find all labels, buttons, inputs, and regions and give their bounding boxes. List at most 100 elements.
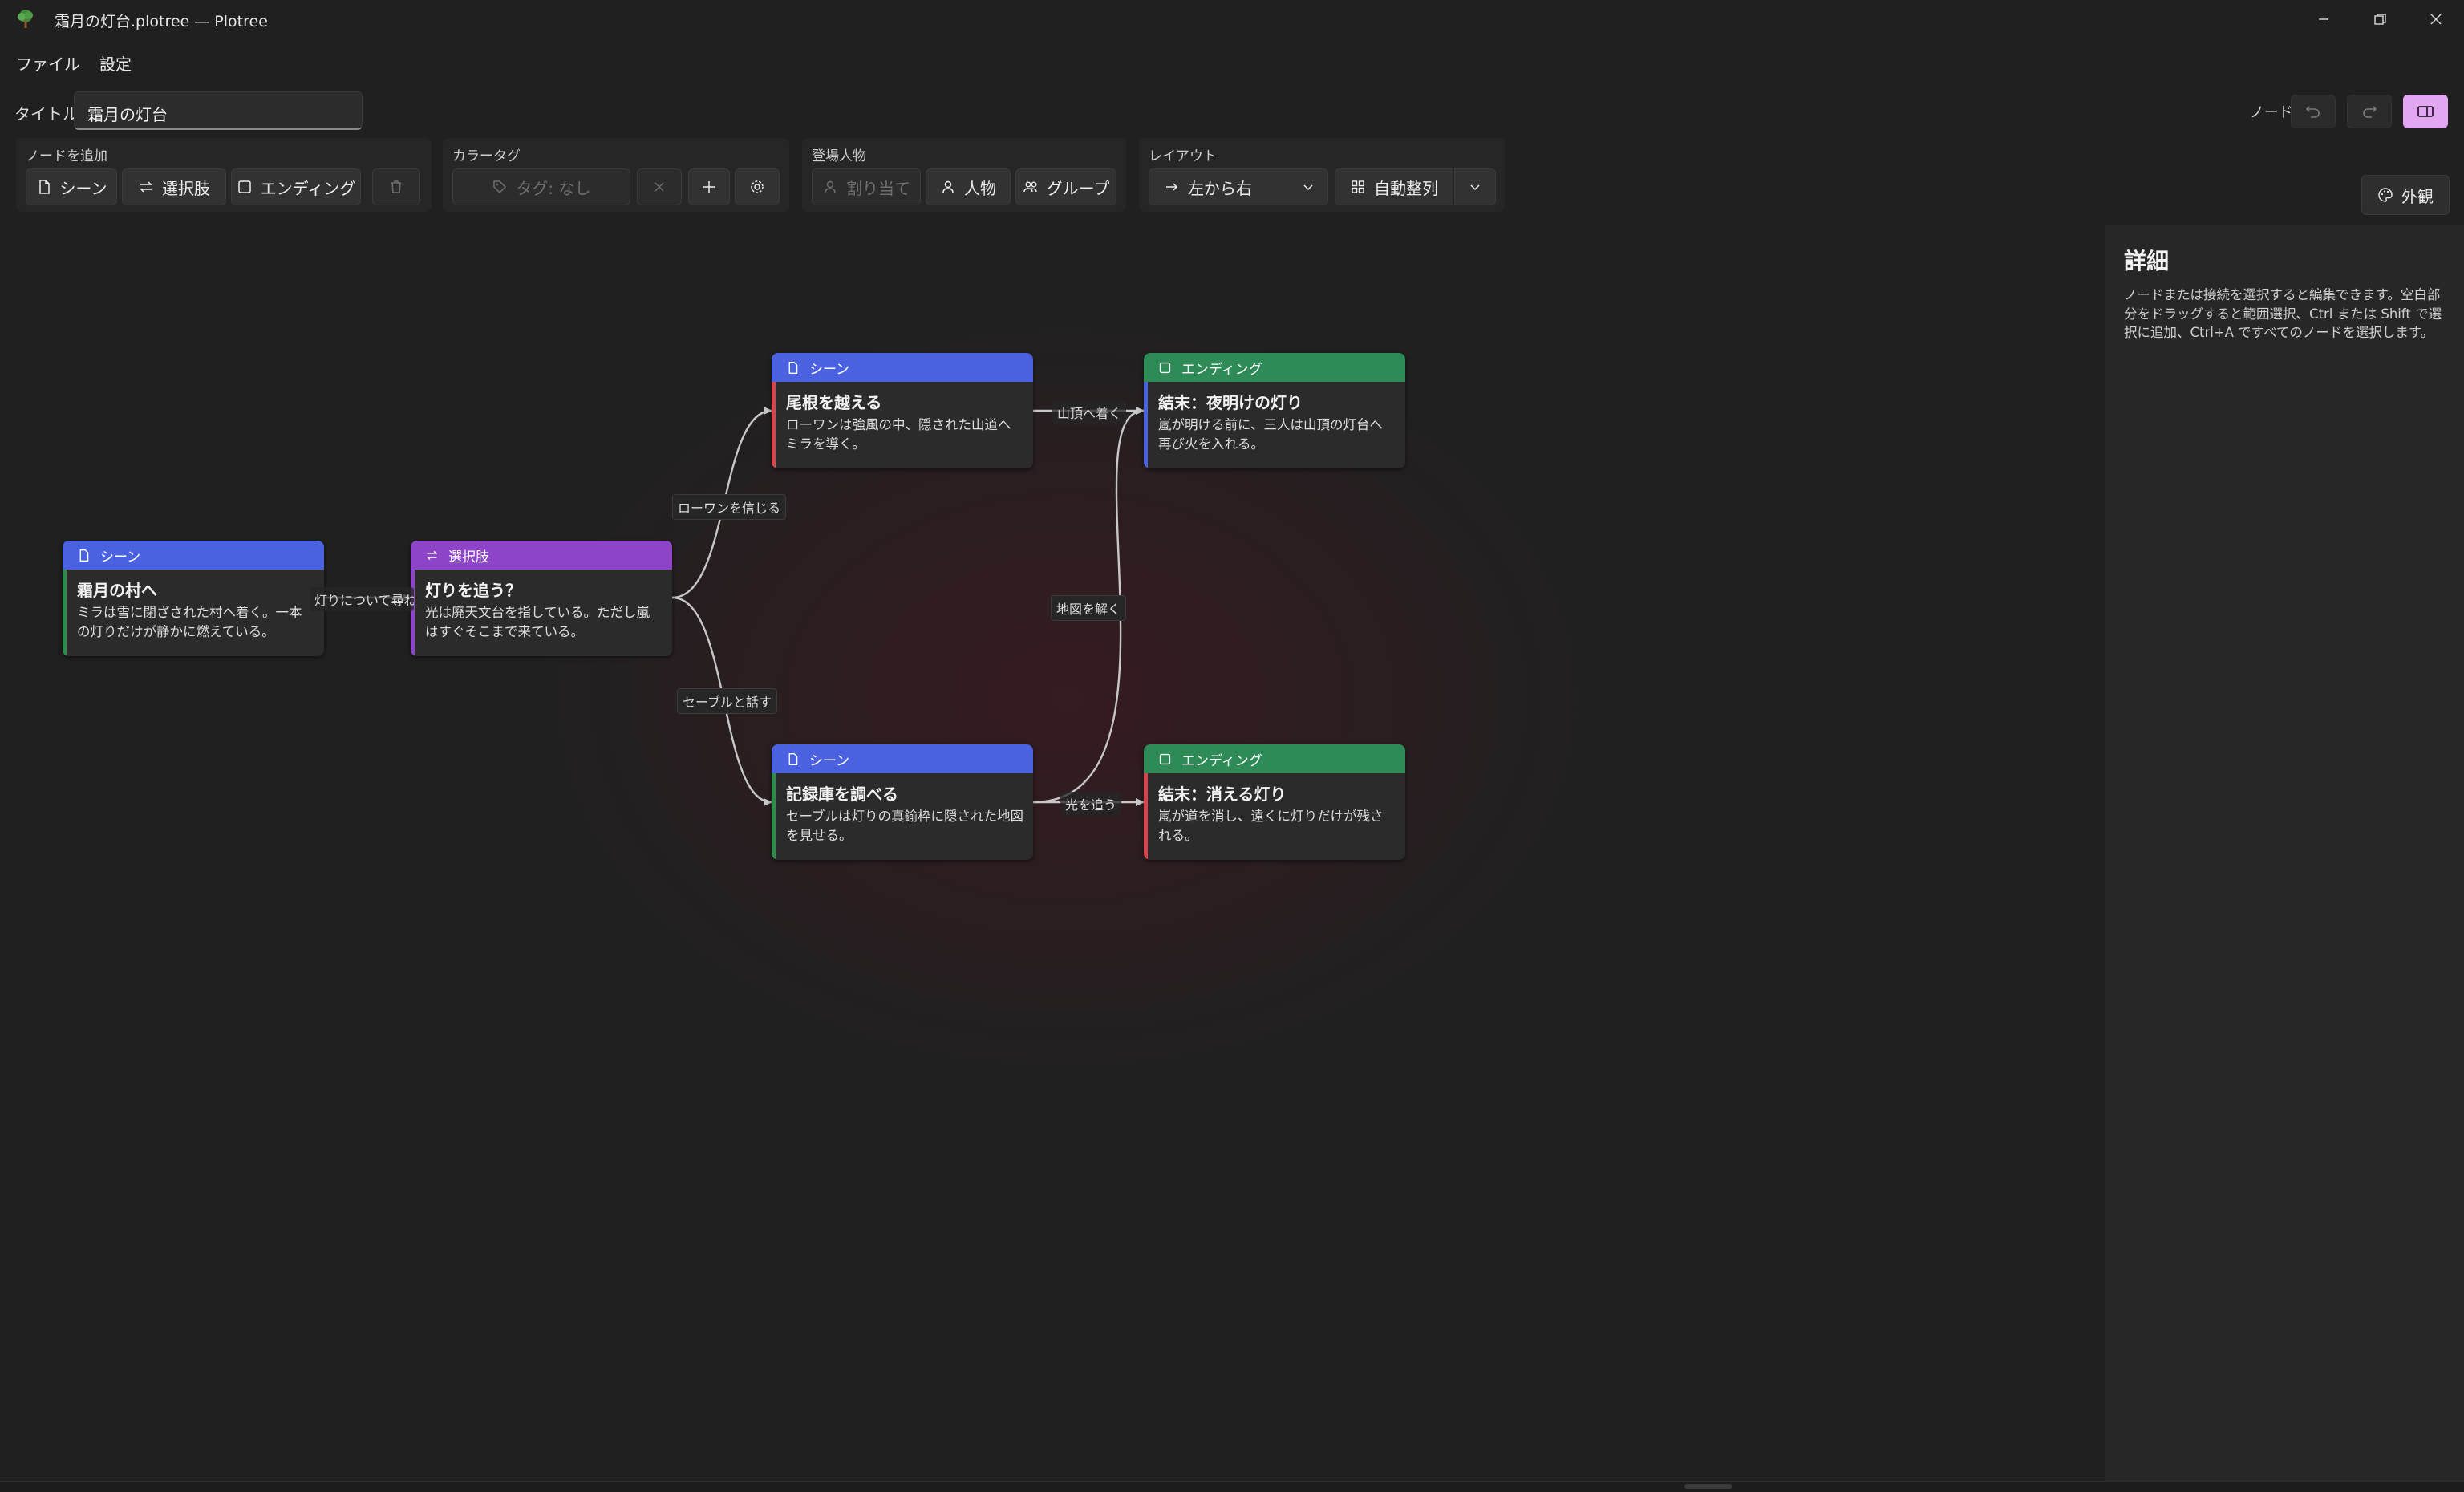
appearance-button[interactable]: 外観 (2361, 175, 2450, 215)
node-header: 選択肢 (411, 541, 672, 570)
add-group-button[interactable]: グループ (1015, 168, 1116, 205)
document-icon (788, 361, 798, 374)
appearance-label: 外観 (2401, 186, 2434, 206)
node-description: 嵐が道を消し、遠くに灯りだけが残される。 (1158, 809, 1384, 843)
node-type: シーン (809, 752, 850, 769)
panel-icon (2417, 106, 2434, 117)
node-choice-follow-light[interactable]: 選択肢 灯りを追う？ 光は廃天文台を指している。ただし嵐はすぐそこまで来ている。 (411, 541, 672, 656)
horizontal-scrollbar[interactable] (0, 1481, 2464, 1492)
clear-tag-button[interactable] (637, 168, 682, 205)
edge-label[interactable]: 光を追う (1060, 792, 1122, 816)
node-title: 灯りを追う？ (425, 581, 521, 600)
node-type: シーン (100, 549, 141, 566)
grid-icon (1352, 180, 1364, 193)
node-header: シーン (63, 541, 324, 570)
tag-stripe (772, 382, 776, 468)
gear-icon (751, 180, 764, 193)
document-icon (79, 549, 89, 562)
minimize-icon (2319, 18, 2328, 20)
node-type: 選択肢 (448, 549, 489, 566)
layout-group: レイアウト 左から右 自動整列 (1139, 138, 1505, 212)
color-tag-group: カラータグ タグ: なし (443, 138, 789, 212)
node-description: ミラは雪に閉ざされた村へ着く。一本の灯りだけが静かに燃えている。 (77, 605, 302, 639)
edge-label[interactable]: ローワンを信じる (672, 494, 787, 520)
node-scene-frost-village[interactable]: シーン 霜月の村へ ミラは雪に閉ざされた村へ着く。一本の灯りだけが静かに燃えてい… (63, 541, 324, 656)
redo-button[interactable] (2347, 95, 2392, 128)
edge-label[interactable]: セーブルと話す (677, 688, 778, 714)
tag-select[interactable]: タグ: なし (452, 168, 630, 205)
menu-file[interactable]: ファイル (16, 51, 80, 75)
delete-button[interactable] (372, 168, 420, 205)
tag-stripe (772, 773, 776, 860)
layout-label: レイアウト (1149, 148, 1217, 164)
document-icon (788, 752, 798, 765)
x-icon (654, 182, 664, 192)
title-label: タイトル (14, 104, 79, 124)
edge-label[interactable]: 地図を解く (1051, 595, 1127, 621)
plus-icon (703, 181, 715, 193)
node-type: エンディング (1181, 752, 1262, 769)
tag-icon (493, 180, 507, 194)
tag-settings-button[interactable] (735, 168, 780, 205)
redo-icon (2363, 106, 2377, 118)
auto-arrange-button[interactable]: 自動整列 (1335, 168, 1453, 205)
details-panel: 詳細 ノードまたは接続を選択すると編集できます。空白部分をドラッグすると範囲選択… (2105, 225, 2464, 1481)
maximize-icon (2374, 14, 2386, 25)
close-icon (2430, 14, 2442, 25)
close-button[interactable] (2408, 0, 2464, 39)
node-description: ローワンは強風の中、隠された山道へミラを導く。 (786, 417, 1011, 452)
node-header: エンディング (1144, 744, 1405, 773)
node-header: シーン (772, 353, 1033, 382)
node-scene-cross-ridge[interactable]: シーン 尾根を越える ローワンは強風の中、隠された山道へミラを導く。 (772, 353, 1033, 468)
details-help-text: ノードまたは接続を選択すると編集できます。空白部分をドラッグすると範囲選択、Ct… (2124, 287, 2442, 340)
add-scene-button[interactable]: シーン (26, 168, 117, 205)
add-person-button[interactable]: 人物 (926, 168, 1011, 205)
title-bar: 霜月の灯台.plotree — Plotree (0, 0, 2464, 39)
title-input[interactable]: 霜月の灯台 (74, 91, 363, 130)
assign-character-button[interactable]: 割り当て (812, 168, 921, 205)
undo-button[interactable] (2291, 95, 2336, 128)
group-icon (1023, 181, 1037, 193)
node-description: 嵐が明ける前に、三人は山頂の灯台へ再び火を入れる。 (1158, 417, 1384, 452)
add-node-label: ノードを追加 (26, 148, 107, 164)
person-icon (942, 180, 954, 193)
node-title: 霜月の村へ (77, 581, 157, 600)
node-header: シーン (772, 744, 1033, 773)
add-choice-label: 選択肢 (162, 178, 210, 198)
tag-stripe (411, 570, 415, 656)
node-description: 光は廃天文台を指している。ただし嵐はすぐそこまで来ている。 (425, 605, 650, 639)
node-title: 尾根を越える (786, 393, 882, 412)
auto-arrange-dropdown[interactable] (1454, 168, 1496, 205)
node-ending-dawn-light[interactable]: エンディング 結末：夜明けの灯り 嵐が明ける前に、三人は山頂の灯台へ再び火を入れ… (1144, 353, 1405, 468)
add-tag-button[interactable] (688, 168, 730, 205)
minimize-button[interactable] (2296, 0, 2352, 39)
menu-settings[interactable]: 設定 (99, 51, 132, 75)
add-person-label: 人物 (964, 178, 996, 198)
node-header: エンディング (1144, 353, 1405, 382)
person-icon (825, 180, 836, 193)
document-icon (38, 180, 50, 194)
add-ending-button[interactable]: エンディング (231, 168, 361, 205)
node-ending-fading-light[interactable]: エンディング 結末：消える灯り 嵐が道を消し、遠くに灯りだけが残される。 (1144, 744, 1405, 860)
chevron-down-icon (1303, 184, 1313, 191)
add-choice-button[interactable]: 選択肢 (122, 168, 226, 205)
layout-direction-value: 左から右 (1188, 178, 1252, 198)
node-scene-archive[interactable]: シーン 記録庫を調べる セーブルは灯りの真鍮枠に隠された地図を見せる。 (772, 744, 1033, 860)
arrow-right-icon (1166, 183, 1178, 191)
tree-app-icon (18, 10, 33, 28)
edge-label[interactable]: 山頂へ着く (1052, 400, 1127, 424)
add-node-group: ノードを追加 シーン 選択肢 エンディング (16, 138, 432, 212)
edge-label[interactable]: 灯りについて尋ねる (310, 587, 414, 611)
scrollbar-thumb[interactable] (1684, 1484, 1732, 1489)
details-panel-toggle[interactable] (2403, 95, 2448, 128)
add-ending-label: エンディング (260, 178, 356, 198)
graph-canvas[interactable]: シーン 霜月の村へ ミラは雪に閉ざされた村へ着く。一本の灯りだけが静かに燃えてい… (0, 225, 2105, 1481)
node-title: 結末：消える灯り (1158, 785, 1287, 804)
maximize-button[interactable] (2352, 0, 2408, 39)
layout-direction-select[interactable]: 左から右 (1149, 168, 1328, 205)
square-icon (237, 180, 251, 193)
node-description: セーブルは灯りの真鍮枠に隠された地図を見せる。 (786, 809, 1024, 843)
details-title: 詳細 (2124, 248, 2170, 274)
square-icon (1159, 362, 1171, 373)
node-title: 結末：夜明けの灯り (1158, 393, 1303, 412)
